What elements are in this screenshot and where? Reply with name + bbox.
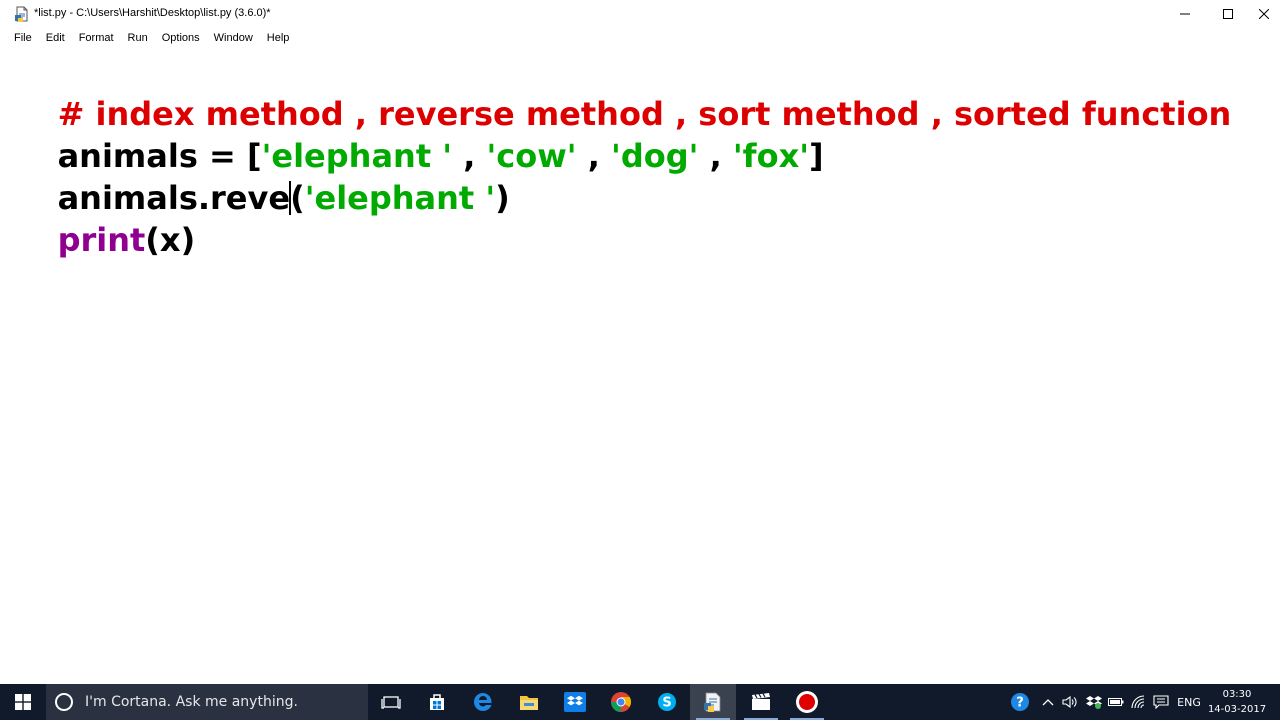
start-button[interactable]	[0, 684, 46, 720]
menu-options[interactable]: Options	[155, 28, 207, 48]
search-placeholder: I'm Cortana. Ask me anything.	[85, 694, 298, 710]
menu-format[interactable]: Format	[72, 28, 121, 48]
menu-window[interactable]: Window	[207, 28, 260, 48]
window-title: *list.py - C:\Users\Harshit\Desktop\list…	[34, 7, 271, 19]
clock-time: 03:30	[1222, 689, 1252, 700]
paren-text: (	[290, 179, 305, 217]
minimize-button[interactable]	[1162, 0, 1208, 28]
string-literal: 'elephant '	[304, 179, 496, 217]
close-icon	[1259, 9, 1269, 19]
editor-scrollbar[interactable]	[1272, 48, 1280, 684]
string-literal: 'fox'	[732, 137, 809, 175]
python-idle-button[interactable]	[690, 684, 736, 720]
notifications-icon	[1153, 695, 1169, 709]
edge-button[interactable]	[460, 684, 506, 720]
separator-text: ,	[576, 137, 612, 175]
maximize-icon	[1223, 9, 1233, 19]
file-explorer-button[interactable]	[506, 684, 552, 720]
code-editor[interactable]: # index method , reverse method , sort m…	[0, 48, 1272, 684]
code-line-4: print(x)	[13, 177, 196, 303]
close-button[interactable]	[1248, 0, 1280, 28]
svg-text:?: ?	[1016, 696, 1024, 711]
editor-left-edge	[0, 48, 8, 684]
battery-button[interactable]	[1106, 684, 1126, 720]
cortana-search-box[interactable]: I'm Cortana. Ask me anything.	[46, 684, 368, 720]
action-center-button[interactable]	[1150, 684, 1172, 720]
menu-run[interactable]: Run	[121, 28, 155, 48]
chevron-up-icon	[1042, 699, 1054, 706]
edge-icon	[474, 693, 492, 711]
show-hidden-icons-button[interactable]	[1038, 684, 1058, 720]
python-idle-icon	[704, 692, 721, 712]
menu-file[interactable]: File	[7, 28, 39, 48]
skype-button[interactable]: S	[644, 684, 690, 720]
bracket-text: ]	[809, 137, 824, 175]
speaker-icon	[1062, 695, 1077, 709]
dropbox-icon	[564, 692, 586, 712]
paren-text: )	[495, 179, 510, 217]
menu-help[interactable]: Help	[260, 28, 297, 48]
screen-recorder-icon	[796, 691, 818, 713]
dropbox-sync-icon	[1086, 696, 1102, 709]
dropbox-tray-button[interactable]	[1084, 684, 1104, 720]
video-editor-icon	[752, 693, 770, 710]
builtin-keyword: print	[57, 221, 146, 259]
dropbox-button[interactable]	[552, 684, 598, 720]
separator-text: ,	[698, 137, 733, 175]
menu-bar: File Edit Format Run Options Window Help	[0, 28, 1280, 48]
language-text: ENG	[1177, 695, 1201, 709]
idle-file-icon	[14, 6, 30, 22]
windows-logo-icon	[15, 694, 31, 710]
file-explorer-icon	[520, 696, 538, 710]
skype-icon: S	[658, 693, 676, 711]
store-icon	[430, 694, 444, 710]
network-button[interactable]	[1128, 684, 1150, 720]
chrome-button[interactable]	[598, 684, 644, 720]
task-view-button[interactable]	[368, 684, 414, 720]
title-bar[interactable]: *list.py - C:\Users\Harshit\Desktop\list…	[0, 0, 1280, 28]
volume-button[interactable]	[1060, 684, 1080, 720]
minimize-icon	[1180, 13, 1190, 15]
store-button[interactable]	[414, 684, 460, 720]
task-view-icon	[381, 696, 401, 709]
help-icon: ?	[1011, 693, 1029, 711]
video-editor-button[interactable]	[738, 684, 784, 720]
call-args-text: (x)	[145, 221, 196, 259]
help-tray-button[interactable]: ?	[1008, 684, 1032, 720]
cortana-icon	[55, 693, 73, 711]
clock-date: 14-03-2017	[1207, 704, 1267, 715]
chrome-icon	[610, 692, 632, 713]
screen-recorder-button[interactable]	[784, 684, 830, 720]
language-indicator[interactable]: ENG	[1174, 684, 1204, 720]
system-clock[interactable]: 03:30 14-03-2017	[1206, 687, 1268, 717]
string-literal: 'dog'	[611, 137, 699, 175]
taskbar: I'm Cortana. Ask me anything. S ? ENG 03…	[0, 684, 1280, 720]
maximize-button[interactable]	[1205, 0, 1251, 28]
battery-icon	[1108, 698, 1124, 706]
svg-text:S: S	[662, 696, 671, 711]
menu-edit[interactable]: Edit	[39, 28, 72, 48]
wifi-icon	[1131, 695, 1145, 709]
